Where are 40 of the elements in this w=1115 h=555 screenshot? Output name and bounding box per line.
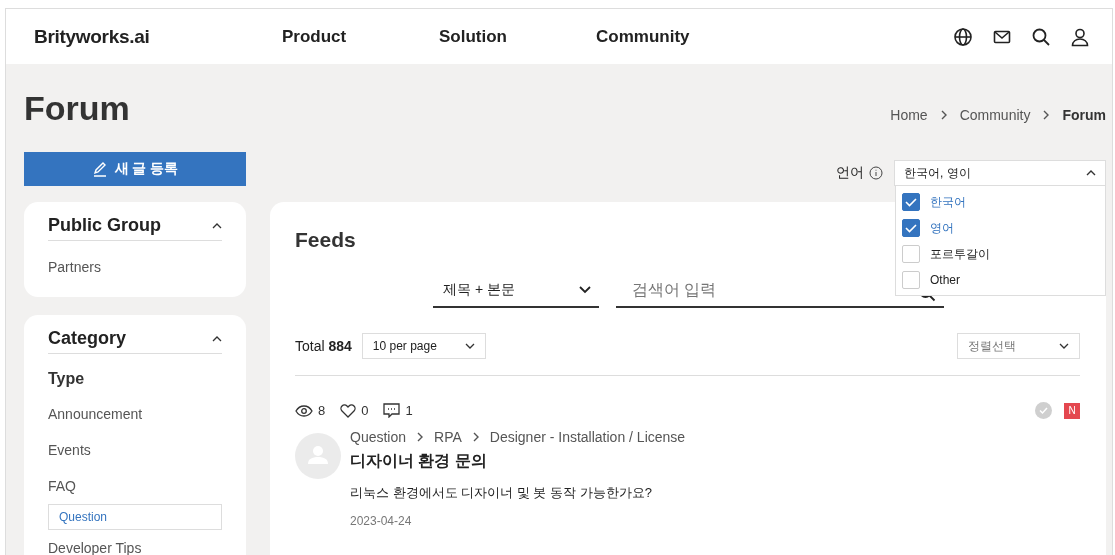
option-label[interactable]: 영어 — [930, 219, 954, 237]
breadcrumb-link[interactable]: Home — [890, 107, 928, 123]
sidebar-item[interactable]: Announcement — [48, 396, 222, 432]
option-label[interactable]: 한국어 — [930, 193, 966, 211]
option-label[interactable]: Other — [930, 273, 960, 287]
post-title[interactable]: 디자이너 환경 문의 — [350, 451, 686, 472]
sidebar-item[interactable]: FAQ — [48, 468, 222, 504]
nav-link[interactable]: Solution — [439, 26, 596, 47]
section-title: Feeds — [295, 228, 356, 252]
search-field[interactable]: 검색어 입력 — [616, 274, 888, 306]
breadcrumb-link[interactable]: Forum — [1062, 107, 1106, 123]
per-page-select[interactable]: 10 per page — [361, 333, 486, 359]
post-date: 2023-04-24 — [350, 514, 413, 528]
sidebar-heading: Type — [48, 369, 86, 389]
language-label: 언어 — [836, 164, 864, 182]
nav-link[interactable]: Community — [596, 26, 753, 47]
nav-link[interactable]: Product — [282, 26, 439, 47]
search-scope-select[interactable]: 제목 + 본문 — [433, 274, 599, 308]
like-count: 0 — [361, 403, 369, 418]
category-link[interactable]: Designer - Installation / License — [489, 429, 686, 445]
group-title: Category — [48, 327, 127, 349]
view-count: 8 — [318, 403, 326, 418]
sidebar-item[interactable]: Question — [48, 504, 222, 530]
sidebar-item[interactable]: Developer Tips — [48, 530, 222, 555]
sort-select[interactable]: 정렬선택 — [957, 333, 1080, 359]
breadcrumb-link[interactable]: Community — [959, 107, 1031, 123]
language-select[interactable]: 한국어, 영이 — [894, 160, 1106, 186]
group-title: Public Group — [48, 214, 161, 236]
page-title: Forum — [24, 88, 130, 128]
new-badge: N — [1064, 402, 1080, 419]
total-count: Total 884 — [295, 338, 352, 354]
sidebar-item[interactable]: Partners — [48, 249, 222, 285]
post-excerpt: 리눅스 환경에서도 디자이너 및 봇 동작 가능한가요? — [350, 484, 653, 502]
comment-count: 1 — [405, 403, 413, 418]
category-link[interactable]: Question — [350, 429, 407, 445]
sidebar-item[interactable]: Events — [48, 432, 222, 468]
logo[interactable]: Brityworks.ai — [34, 25, 282, 48]
new-post-button[interactable]: 새 글 등록 — [24, 152, 246, 186]
option-label[interactable]: 포르투갈이 — [930, 245, 990, 263]
category-link[interactable]: RPA — [434, 429, 462, 445]
